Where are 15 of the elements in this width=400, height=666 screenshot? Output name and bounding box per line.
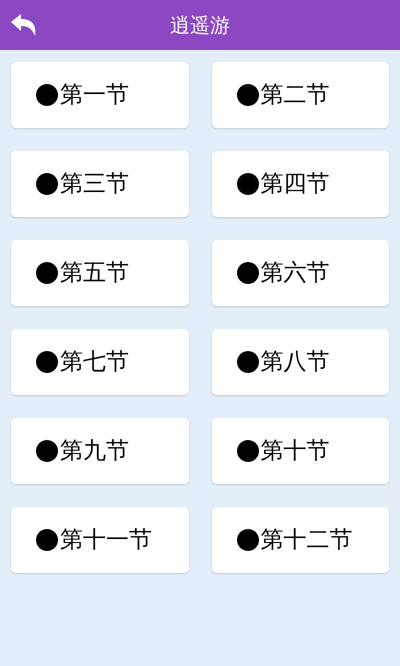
section-card[interactable]: 第十二节 (212, 507, 389, 573)
header-title: 逍遥游 (170, 12, 230, 39)
section-card[interactable]: 第九节 (11, 418, 188, 484)
section-card[interactable]: 第四节 (212, 151, 389, 217)
back-button[interactable] (10, 12, 38, 38)
section-card[interactable]: 第五节 (11, 240, 188, 306)
section-card[interactable]: 第三节 (11, 151, 188, 217)
section-card[interactable]: 第一节 (11, 62, 188, 128)
section-card[interactable]: 第十节 (212, 418, 389, 484)
section-card[interactable]: 第六节 (212, 240, 389, 306)
section-card[interactable]: 第十一节 (11, 507, 188, 573)
section-card[interactable]: 第八节 (212, 329, 389, 395)
section-card[interactable]: 第二节 (212, 62, 389, 128)
back-arrow-icon (11, 14, 37, 36)
section-card[interactable]: 第七节 (11, 329, 188, 395)
